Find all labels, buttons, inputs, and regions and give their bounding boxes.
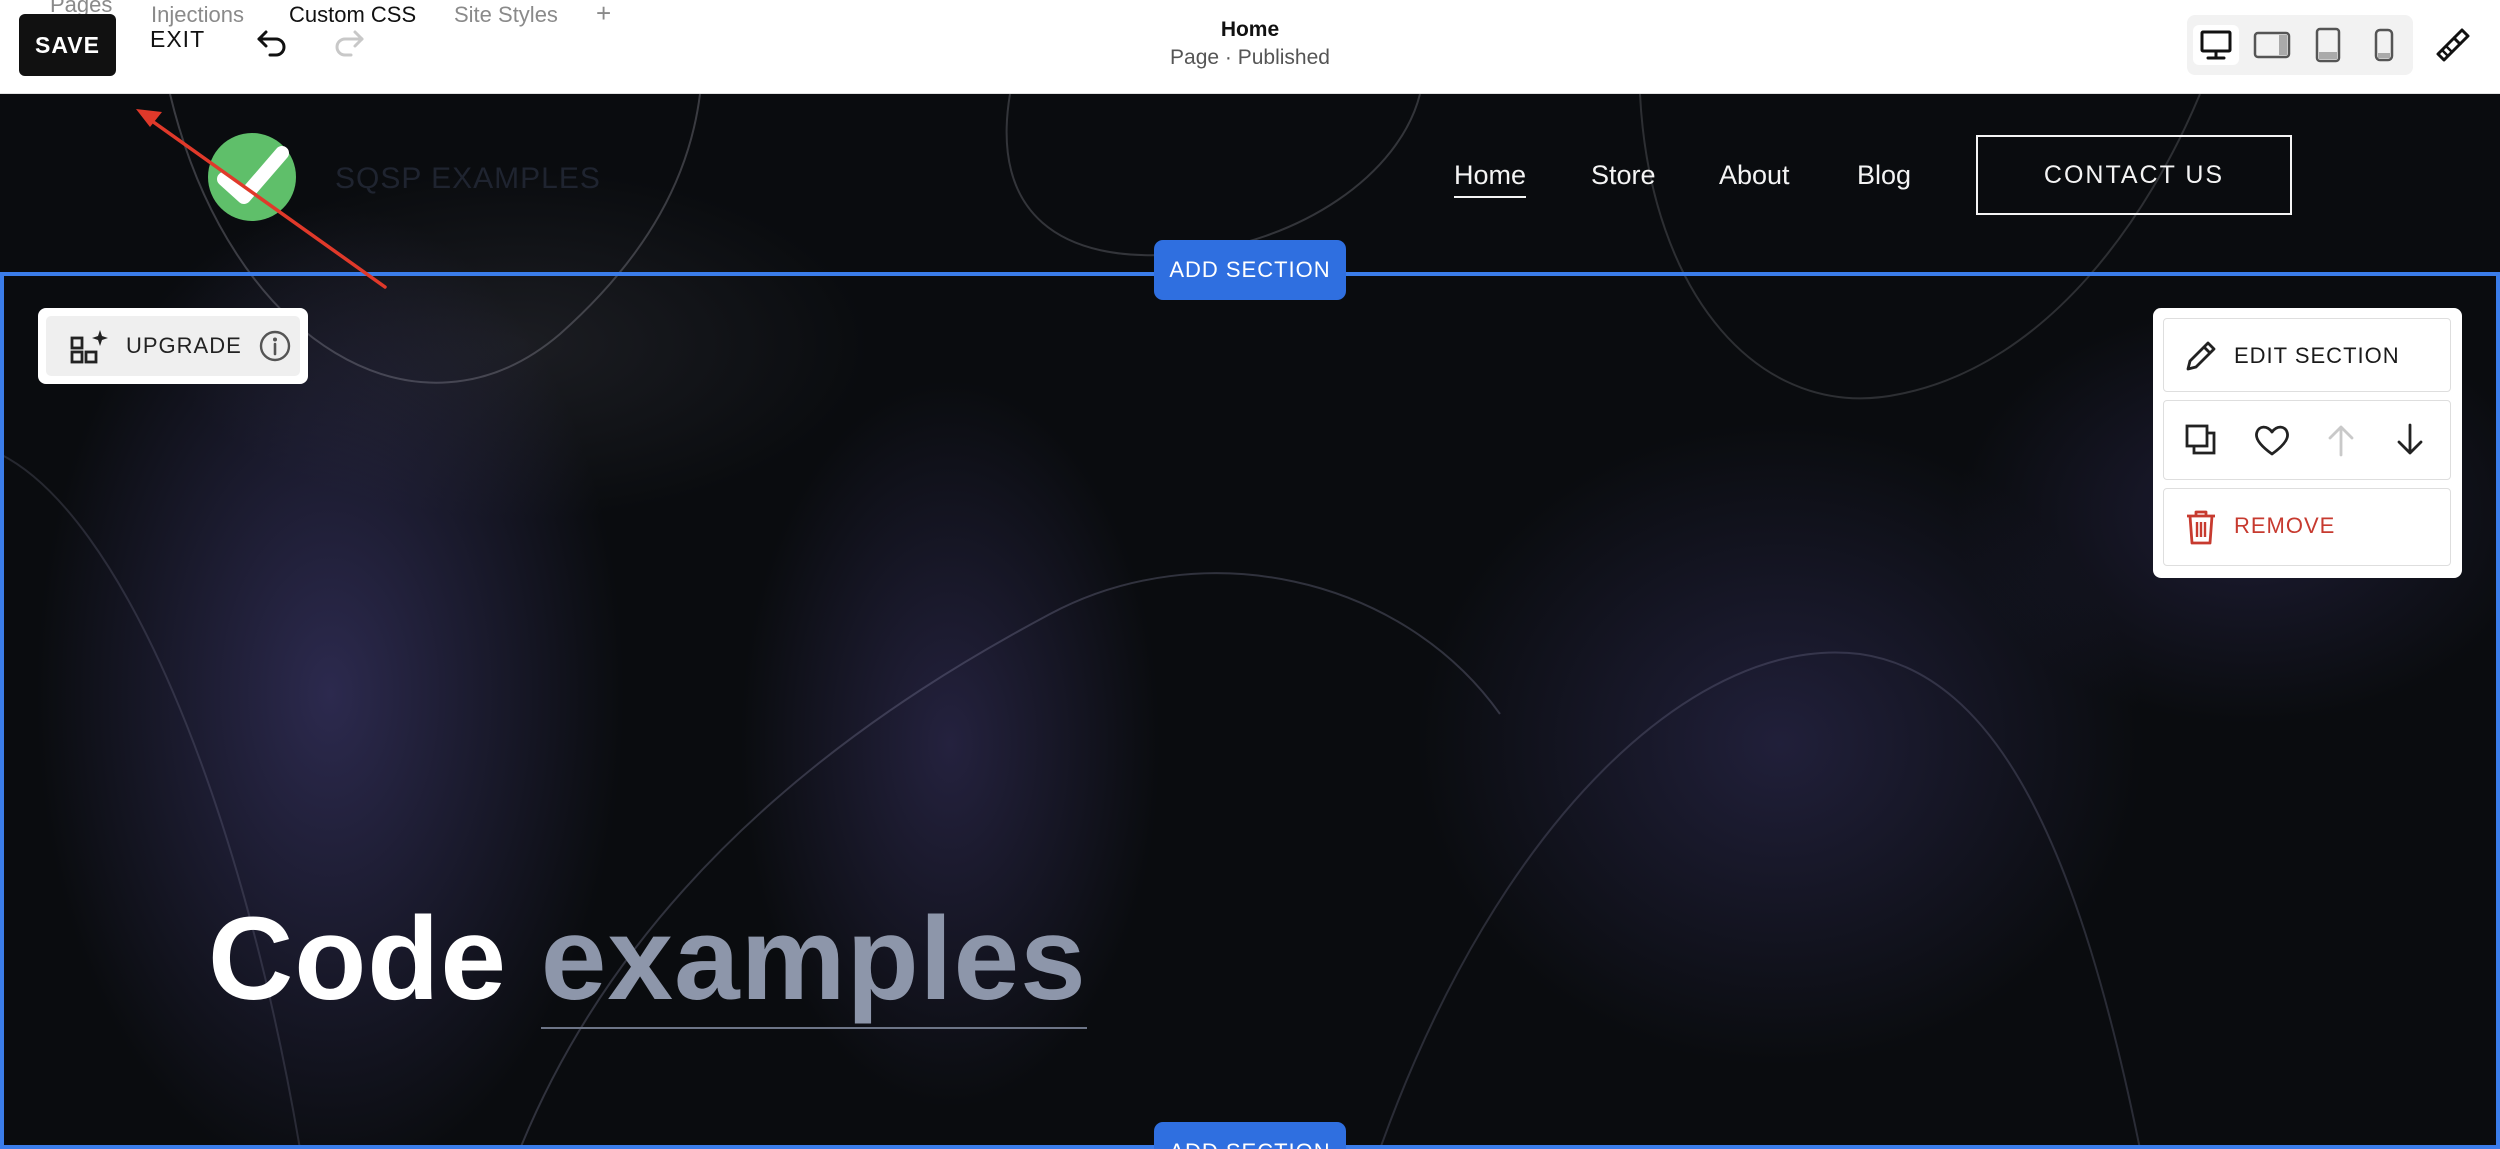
edit-section-button[interactable]: EDIT SECTION — [2163, 318, 2451, 392]
trash-icon — [2182, 507, 2220, 552]
move-up-icon[interactable] — [2323, 421, 2359, 464]
duplicate-icon[interactable] — [2182, 421, 2220, 464]
add-tab-button[interactable]: + — [596, 0, 611, 29]
hero-heading[interactable]: Code examples — [208, 891, 1087, 1029]
mobile-view-icon[interactable] — [2361, 25, 2407, 65]
site-name[interactable]: SQSP EXAMPLES — [335, 162, 601, 196]
upgrade-pill[interactable]: UPGRADE — [38, 308, 308, 384]
device-view-switcher — [2187, 15, 2413, 75]
section-actions-row — [2163, 400, 2451, 480]
editor-top-bar: Pages Injections Custom CSS Site Styles … — [0, 0, 2500, 94]
add-section-button-bottom[interactable]: ADD SECTION — [1154, 1122, 1346, 1149]
tab-injections[interactable]: Injections — [151, 2, 244, 28]
site-logo[interactable] — [208, 133, 296, 221]
remove-label: REMOVE — [2234, 513, 2336, 538]
exit-button[interactable]: EXIT — [150, 26, 205, 53]
nav-link-about[interactable]: About — [1719, 160, 1790, 191]
tablet-landscape-view-icon[interactable] — [2249, 25, 2295, 65]
tablet-portrait-view-icon[interactable] — [2305, 25, 2351, 65]
upgrade-button[interactable]: UPGRADE — [46, 316, 300, 376]
tab-site-styles[interactable]: Site Styles — [454, 2, 558, 28]
hero-heading-main: Code — [208, 893, 507, 1025]
undo-icon[interactable] — [254, 24, 290, 65]
pencil-icon — [2182, 337, 2220, 380]
redo-icon[interactable] — [331, 24, 367, 65]
info-icon[interactable] — [258, 329, 292, 368]
nav-link-store[interactable]: Store — [1591, 160, 1656, 191]
page-status: Page · Published — [1170, 46, 1330, 69]
heart-icon[interactable] — [2252, 421, 2292, 464]
desktop-view-icon[interactable] — [2193, 25, 2239, 65]
blocks-sparkle-icon — [70, 328, 110, 371]
save-button[interactable]: SAVE — [19, 14, 116, 76]
add-section-button-top[interactable]: ADD SECTION — [1154, 240, 1346, 300]
section-toolbar: EDIT SECTION REMOVE — [2153, 308, 2462, 578]
site-canvas: SQSP EXAMPLES Home Store About Blog CONT… — [0, 94, 2500, 1149]
checkmark-icon — [217, 146, 289, 204]
move-down-icon[interactable] — [2392, 421, 2428, 464]
nav-link-blog[interactable]: Blog — [1857, 160, 1911, 191]
edit-section-label: EDIT SECTION — [2234, 343, 2400, 368]
contact-us-button[interactable]: CONTACT US — [1976, 135, 2292, 215]
nav-link-home[interactable]: Home — [1454, 160, 1527, 198]
page-title: Home — [1220, 18, 1280, 41]
hero-heading-accent: examples — [540, 893, 1087, 1029]
site-styles-brush-icon[interactable] — [2430, 24, 2472, 71]
remove-section-button[interactable]: REMOVE — [2163, 488, 2451, 566]
upgrade-label: UPGRADE — [126, 333, 242, 358]
